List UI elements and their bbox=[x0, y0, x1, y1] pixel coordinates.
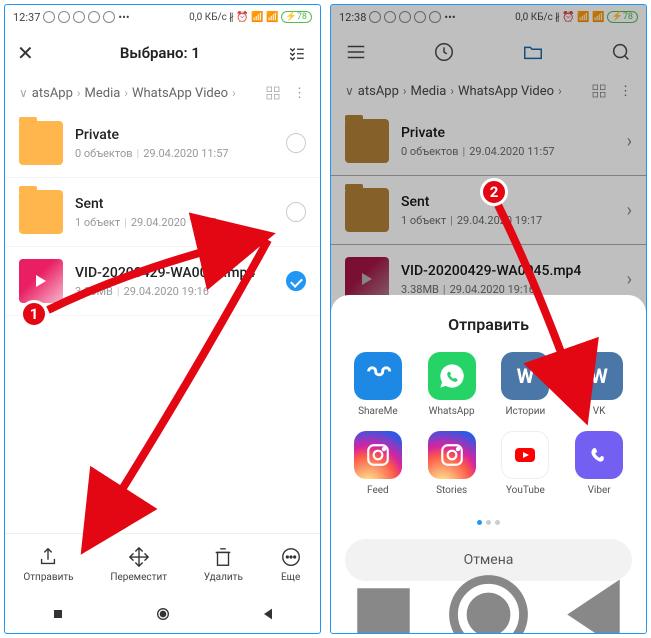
status-icon bbox=[58, 11, 70, 23]
share-overlay: Отправить ShareMe WhatsApp WИстории WVK … bbox=[331, 5, 646, 633]
nav-back-icon[interactable] bbox=[541, 562, 646, 635]
sheet-title: Отправить bbox=[345, 315, 632, 334]
close-icon[interactable]: ✕ bbox=[17, 41, 34, 65]
phone-left: 12:37 ••• 0,0 КБ/с ∦ ⏰ 📶 📶 ⚡78 ✕ Выбрано… bbox=[4, 4, 321, 634]
breadcrumb-segment[interactable]: Media bbox=[85, 86, 121, 101]
item-name: Sent bbox=[75, 196, 274, 212]
app-instagram-stories[interactable]: Stories bbox=[419, 431, 485, 496]
app-whatsapp[interactable]: WhatsApp bbox=[419, 352, 485, 417]
video-thumbnail bbox=[19, 259, 63, 303]
select-all-icon[interactable] bbox=[286, 44, 308, 62]
battery-icon: ⚡78 bbox=[281, 11, 312, 23]
nav-home-icon[interactable] bbox=[155, 606, 171, 622]
folder-row[interactable]: Private 0 объектов|29.04.2020 11:57 bbox=[5, 109, 320, 178]
select-radio[interactable] bbox=[286, 133, 306, 153]
app-shareme[interactable]: ShareMe bbox=[345, 352, 411, 417]
nav-back-icon[interactable] bbox=[260, 606, 276, 622]
topbar: ✕ Выбрано: 1 bbox=[5, 29, 320, 77]
status-icon bbox=[88, 11, 100, 23]
app-vk[interactable]: WVK bbox=[566, 352, 632, 417]
app-youtube[interactable]: YouTube bbox=[493, 431, 559, 496]
nav-bar bbox=[331, 595, 646, 633]
status-dots: ••• bbox=[118, 11, 129, 24]
nav-recent-icon[interactable] bbox=[331, 562, 436, 635]
annotation-badge-2: 2 bbox=[480, 178, 508, 206]
grid-view-icon[interactable] bbox=[265, 85, 281, 101]
send-button[interactable]: Отправить bbox=[23, 546, 73, 583]
nav-home-icon[interactable] bbox=[436, 562, 541, 635]
select-radio-checked[interactable] bbox=[286, 271, 306, 291]
phone-right: 12:38 ••• 0,0 КБ/с ∦ ⏰ 📶 📶 ⚡78 ∨ atsApp›… bbox=[330, 4, 647, 634]
status-icon bbox=[73, 11, 85, 23]
file-row[interactable]: VID-20200429-WA0045.mp4 3.38MB|29.04.202… bbox=[5, 247, 320, 316]
status-icon bbox=[43, 11, 55, 23]
breadcrumb-segment[interactable]: atsApp bbox=[32, 86, 73, 101]
chevron-left-icon[interactable]: ∨ bbox=[19, 86, 28, 100]
item-name: VID-20200429-WA0045.mp4 bbox=[75, 265, 274, 281]
nav-bar bbox=[5, 595, 320, 633]
breadcrumb-segment[interactable]: WhatsApp Video bbox=[132, 86, 228, 101]
share-sheet: Отправить ShareMe WhatsApp WИстории WVK … bbox=[331, 295, 646, 595]
nav-recent-icon[interactable] bbox=[50, 606, 66, 622]
app-grid: ShareMe WhatsApp WИстории WVK Feed Stori… bbox=[345, 352, 632, 496]
more-button[interactable]: Еще bbox=[280, 546, 302, 583]
statusbar: 12:37 ••• 0,0 КБ/с ∦ ⏰ 📶 📶 ⚡78 bbox=[5, 5, 320, 29]
status-time: 12:37 bbox=[13, 11, 40, 24]
folder-icon bbox=[19, 121, 63, 165]
more-icon[interactable]: ⋮ bbox=[293, 86, 306, 101]
delete-button[interactable]: Удалить bbox=[204, 546, 243, 583]
breadcrumb[interactable]: ∨ atsApp› Media› WhatsApp Video› ⋮ bbox=[5, 77, 320, 109]
item-name: Private bbox=[75, 127, 274, 143]
page-title: Выбрано: 1 bbox=[42, 44, 278, 62]
app-instagram-feed[interactable]: Feed bbox=[345, 431, 411, 496]
status-net: 0,0 КБ/с bbox=[189, 12, 227, 23]
select-radio[interactable] bbox=[286, 202, 306, 222]
annotation-badge-1: 1 bbox=[20, 300, 48, 328]
page-dots bbox=[345, 510, 632, 529]
folder-icon bbox=[19, 190, 63, 234]
app-viber[interactable]: Viber bbox=[566, 431, 632, 496]
bottom-actions: Отправить Переместит Удалить Еще bbox=[5, 533, 320, 595]
app-vk-stories[interactable]: WИстории bbox=[493, 352, 559, 417]
folder-row[interactable]: Sent 1 объект|29.04.2020 19:17 bbox=[5, 178, 320, 247]
move-button[interactable]: Переместит bbox=[110, 546, 167, 583]
status-icon bbox=[103, 11, 115, 23]
